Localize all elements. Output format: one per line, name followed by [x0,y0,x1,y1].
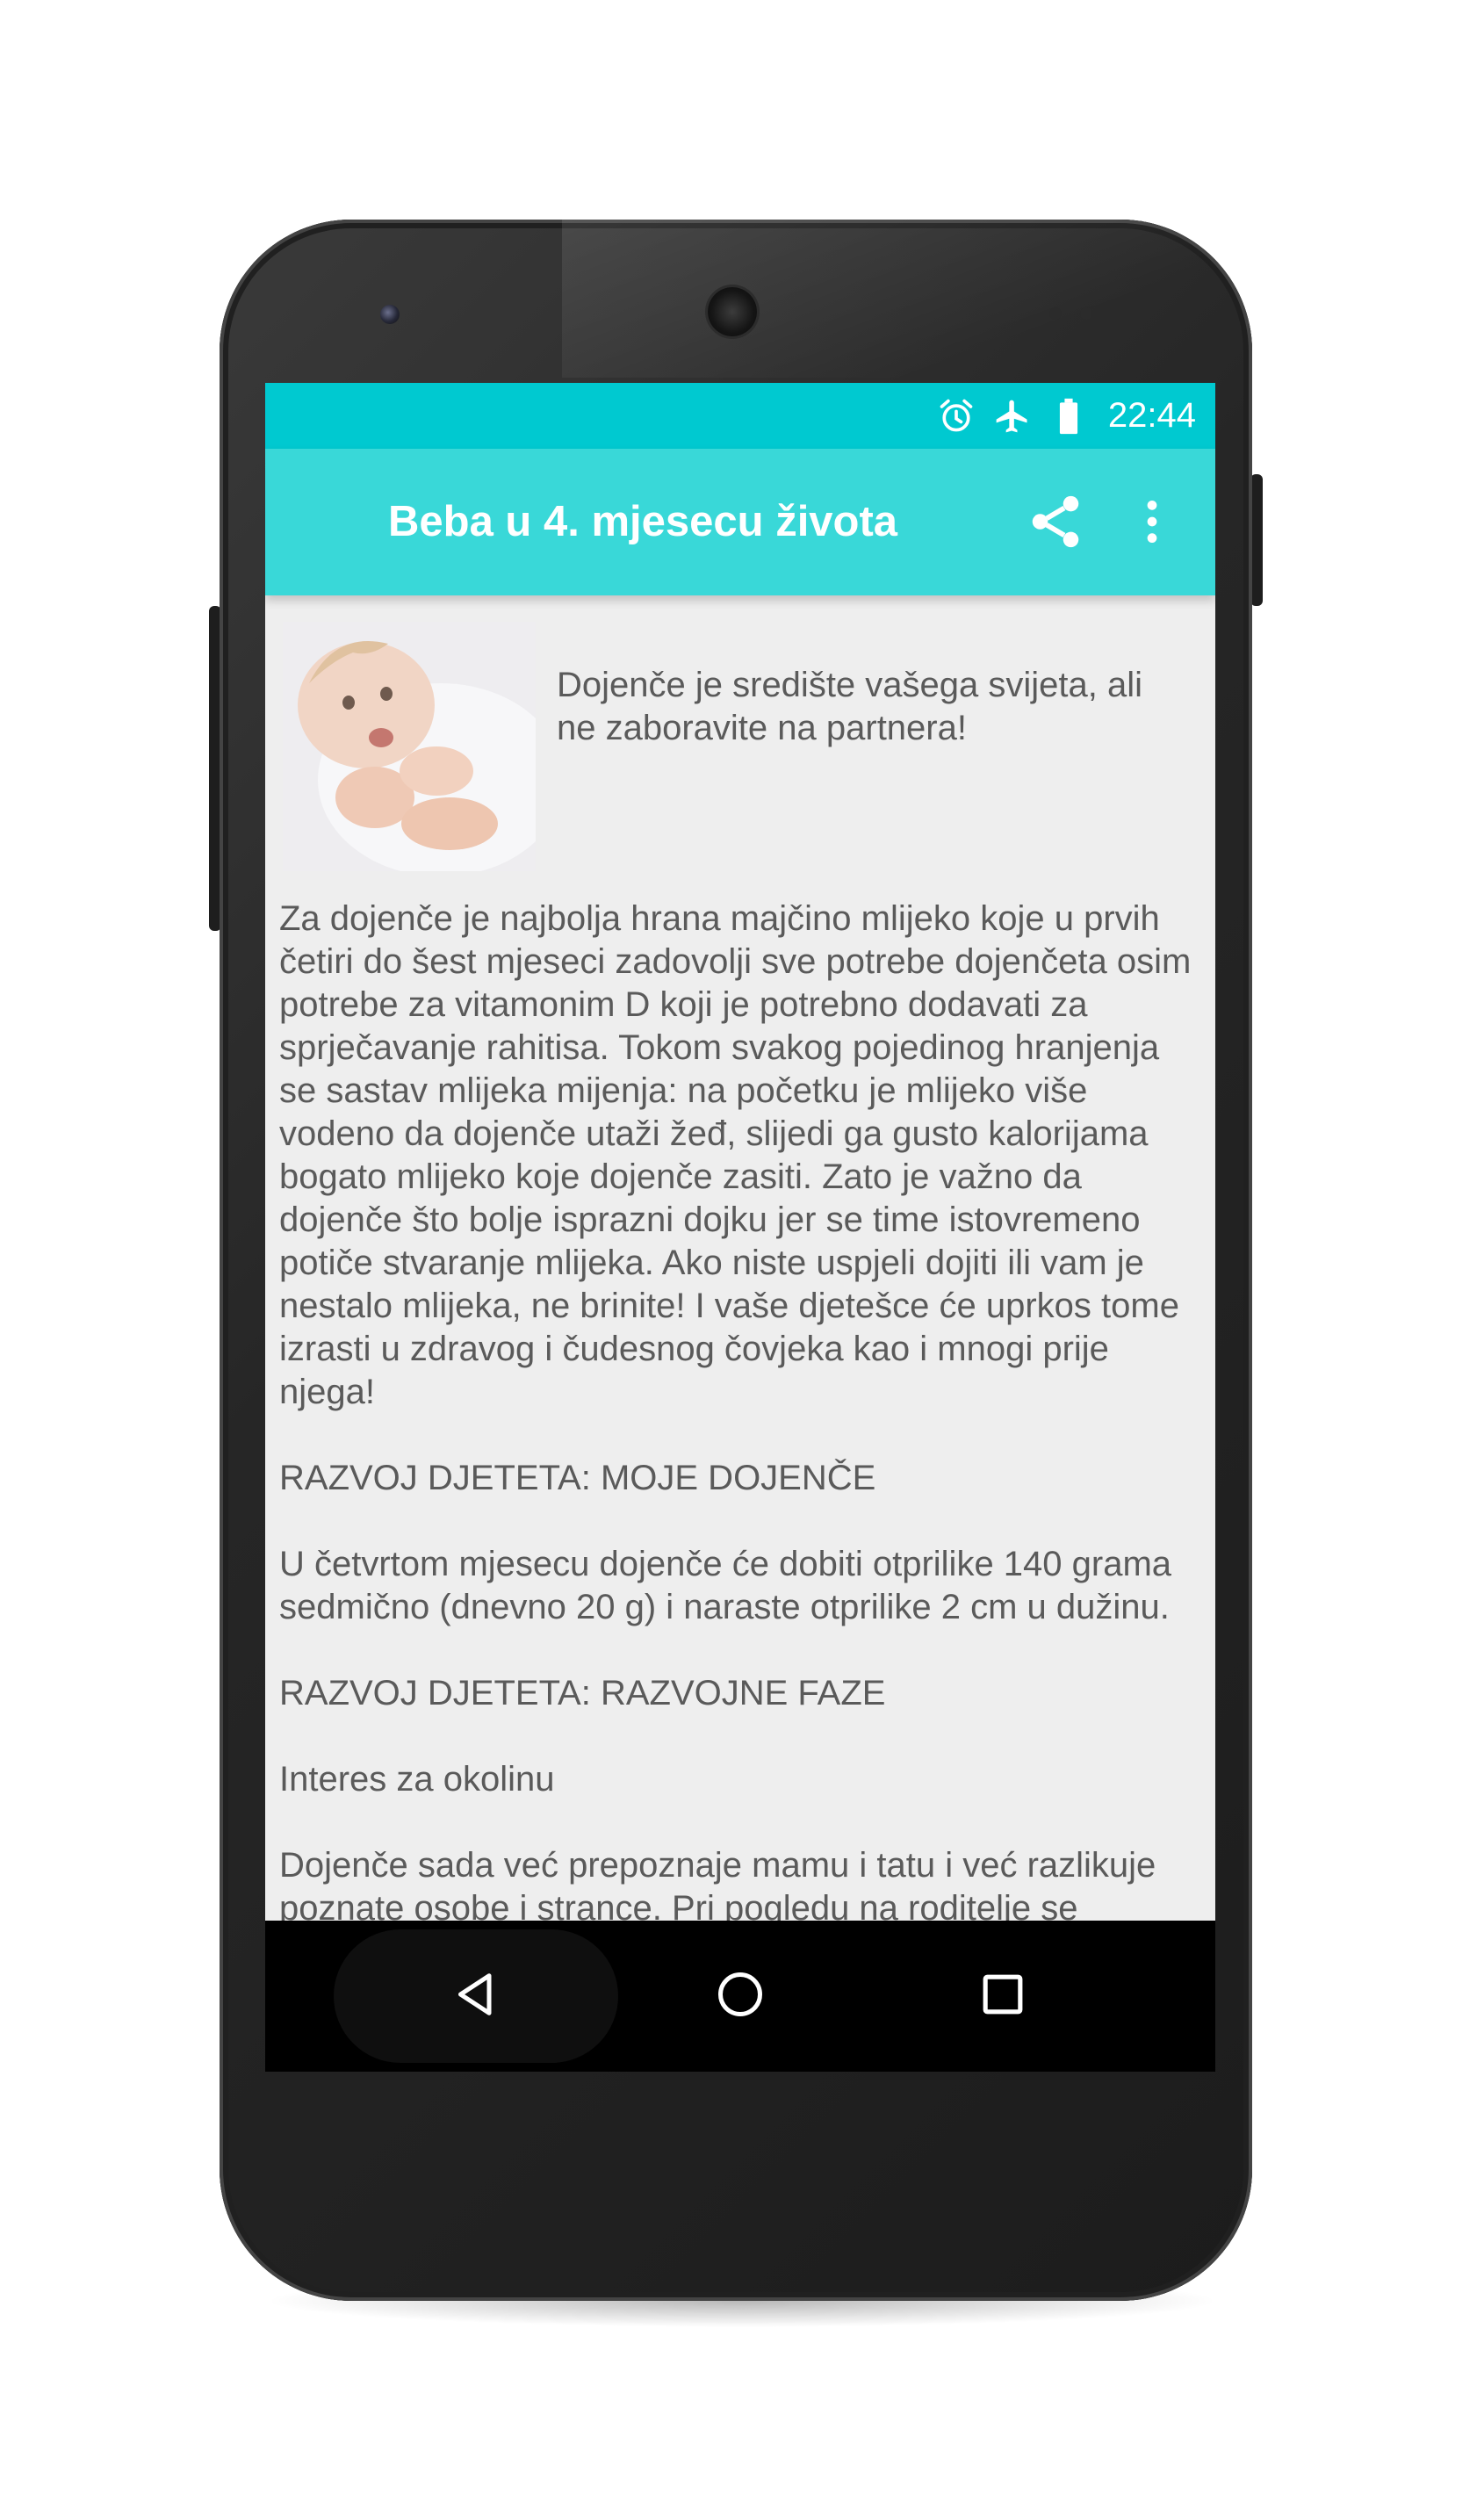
article-body: Za dojenče je najbolja hrana majčino mli… [279,898,1206,1921]
paragraph-breastfeeding: Za dojenče je najbolja hrana majčino mli… [279,899,1192,1411]
earpiece-speaker [708,287,757,336]
airplane-icon [992,396,1033,436]
intro-text: Dojenče je središte vašega svijeta, ali … [557,666,1143,747]
status-time: 22:44 [1107,396,1196,435]
page-title: Beba u 4. mjesecu života [388,498,898,545]
navigation-bar [265,1921,1215,2072]
app-bar: Beba u 4. mjesecu života [265,449,1215,595]
section-heading-my-infant: RAZVOJ DJETETA: MOJE DOJENČE [279,1459,876,1497]
share-button[interactable] [1020,488,1091,559]
proximity-sensor [1049,307,1062,320]
article-content[interactable]: Dojenče je središte vašega svijeta, ali … [265,595,1215,1921]
share-icon [1025,491,1086,557]
overflow-menu-button[interactable] [1135,488,1170,559]
subheading-interest-in-surroundings: Interes za okolinu [279,1760,555,1799]
light-sensor [1080,307,1092,320]
home-icon [714,1968,767,2025]
battery-icon [1048,396,1089,436]
overflow-menu-icon [1145,497,1159,551]
section-heading-development-phases: RAZVOJ DJETETA: RAZVOJNE FAZE [279,1674,886,1712]
status-bar: 22:44 [265,383,1215,449]
screen: 22:44 Beba u 4. mjesecu života Dojenče j… [265,383,1215,2072]
alarm-icon [936,396,976,436]
phone-gloss [562,220,1252,378]
status-icons: 22:44 [936,383,1196,449]
power-button [1250,474,1263,606]
back-button[interactable] [432,1952,520,2040]
front-camera [380,305,400,324]
paragraph-growth: U četvrtom mjesecu dojenče će dobiti otp… [279,1545,1172,1626]
baby-photo [283,622,536,871]
recents-icon [978,1970,1027,2023]
recents-button[interactable] [959,1952,1047,2040]
home-button[interactable] [696,1952,784,2040]
paragraph-recognition: Dojenče sada već prepoznaje mamu i tatu … [279,1846,1156,1921]
back-icon [450,1968,502,2025]
